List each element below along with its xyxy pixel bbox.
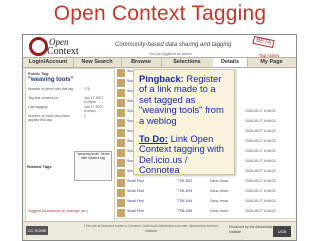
item-person: Dana Jesse [210, 179, 229, 183]
item-thumbnail[interactable] [117, 199, 125, 207]
item-person: Dana Jesse [210, 189, 229, 193]
item-date: 2006-05-27 6:46:02 [245, 179, 276, 183]
annotation-note: Pingback: Register of a link made to a s… [133, 69, 235, 175]
item-thumbnail[interactable] [117, 159, 125, 167]
item-date: 2006-05-27 6:46:02 [245, 119, 276, 123]
todo-keyword: To Do: [139, 133, 168, 145]
item-thumbnail[interactable] [117, 169, 125, 177]
stat-row: Number of items with this tag 175 [28, 87, 112, 96]
stat-value: 175 [84, 87, 90, 91]
item-thumbnail[interactable] [117, 99, 125, 107]
stat-value: Jan 17 2007, 6:40pm [84, 96, 105, 104]
item-title[interactable]: Small Find [127, 199, 144, 203]
item-title[interactable]: Small Find [127, 189, 144, 193]
creative-commons-badge[interactable]: CC SOME RIGHTS [26, 226, 48, 240]
nav-tab[interactable]: Details [213, 58, 248, 67]
stat-row: Number of users who have applied this ta… [28, 114, 112, 123]
item-date: 2006-05-27 6:46:02 [245, 109, 276, 113]
site-footer: CC SOME RIGHTS This site is licensed und… [23, 221, 296, 240]
item-code[interactable]: TTM-3/94 [177, 199, 192, 203]
nav-tab[interactable]: Login/Account [23, 58, 74, 67]
license-text: This site is licensed under a Creative C… [83, 224, 219, 233]
item-date: 2006-05-27 6:46:02 [245, 199, 276, 203]
tag-notes-link[interactable]: Tag Notes [259, 53, 279, 58]
item-thumbnail[interactable] [117, 89, 125, 97]
stat-label: Number of items with this tag [28, 87, 74, 91]
tagline: Community-based data sharing and tagging [115, 42, 232, 48]
item-code[interactable]: TTM-3/93 [177, 189, 192, 193]
item-date: 2006-05-27 6:46:02 [245, 189, 276, 193]
item-person: Dana Jesse [210, 209, 229, 213]
suggest-discussions-link[interactable]: Suggest Discussions (in weblogs, etc.) [28, 209, 88, 213]
public-tag-label: Public Tag: [28, 71, 50, 76]
stat-row: Tag first created on: Jan 17 2007, 6:40pm [28, 96, 112, 105]
stat-value: Jan 17 2007, 6:44pm [84, 105, 105, 113]
item-thumbnail[interactable] [117, 69, 125, 77]
item-thumbnail[interactable] [117, 149, 125, 157]
tag-name: "weaving tools" [28, 77, 74, 83]
item-date: 2006-05-27 6:46:02 [245, 169, 276, 173]
item-code[interactable]: TTM-3/95 [177, 209, 192, 213]
stat-label: Tag first created on: [28, 96, 59, 100]
beta-badge: BETA [252, 35, 275, 49]
item-thumbnail[interactable] [117, 109, 125, 117]
item-thumbnail[interactable] [117, 209, 125, 217]
logged-in-text: You are logged in as Mauro [149, 52, 192, 56]
pingback-keyword: Pingback: [139, 73, 184, 84]
nav-tab[interactable]: New Search [73, 58, 122, 67]
pingback-note: Pingback: Register of a link made to a s… [139, 73, 229, 126]
stat-value: 2 [84, 114, 86, 118]
item-date: 2006-05-27 6:46:02 [245, 129, 276, 133]
slide-title: Open Context Tagging [53, 2, 267, 25]
item-thumbnail[interactable] [117, 129, 125, 137]
nav-tab[interactable]: My Page [247, 58, 296, 67]
tag-info-panel: Public Tag: "weaving tools" Number of it… [25, 68, 115, 222]
logo-context-text: Context [47, 46, 79, 57]
screenshot-frame: Open Context Community-based data sharin… [22, 34, 297, 241]
item-thumbnail[interactable] [117, 139, 125, 147]
todo-note: To Do: Link Open Context tagging with De… [139, 133, 229, 176]
nav-bar: Login/Account New Search Browse Selections D… [23, 57, 296, 68]
item-thumbnail[interactable] [117, 119, 125, 127]
item-date: 2006-05-27 6:46:02 [245, 149, 276, 153]
stat-label: Number of users who have applied this ta… [28, 114, 70, 122]
item-code[interactable]: TTM-3/92 [177, 179, 192, 183]
stat-row: Last tagging: Jan 17 2007, 6:44pm [28, 105, 112, 114]
item-date: 2006-05-27 6:46:02 [245, 139, 276, 143]
item-date: 2006-05-27 6:46:02 [245, 209, 276, 213]
logo-o-icon [29, 37, 48, 56]
related-tag-box: "weaving tools" items with related tag [74, 151, 112, 181]
nav-tab[interactable]: Browse [121, 58, 162, 67]
item-title[interactable]: Small Find [127, 209, 144, 213]
item-date: 2006-05-27 6:46:02 [245, 159, 276, 163]
item-thumbnail[interactable] [117, 179, 125, 187]
item-person: Dana Jesse [210, 199, 229, 203]
item-thumbnail[interactable] [117, 189, 125, 197]
table-row[interactable]: Small Find TTM-3/95 Dana Jesse 2006-05-27 6… [115, 208, 295, 219]
item-title[interactable]: Small Find [127, 179, 144, 183]
item-thumbnail[interactable] [117, 79, 125, 87]
university-logo: UCB [273, 226, 291, 237]
site-header: Open Context Community-based data sharin… [23, 35, 296, 57]
related-tags-title: Related Tags [27, 164, 52, 169]
nav-tab[interactable]: Selections [161, 58, 214, 67]
tag-stats: Number of items with this tag 175 Tag firs… [28, 87, 112, 123]
stat-label: Last tagging: [28, 105, 49, 109]
